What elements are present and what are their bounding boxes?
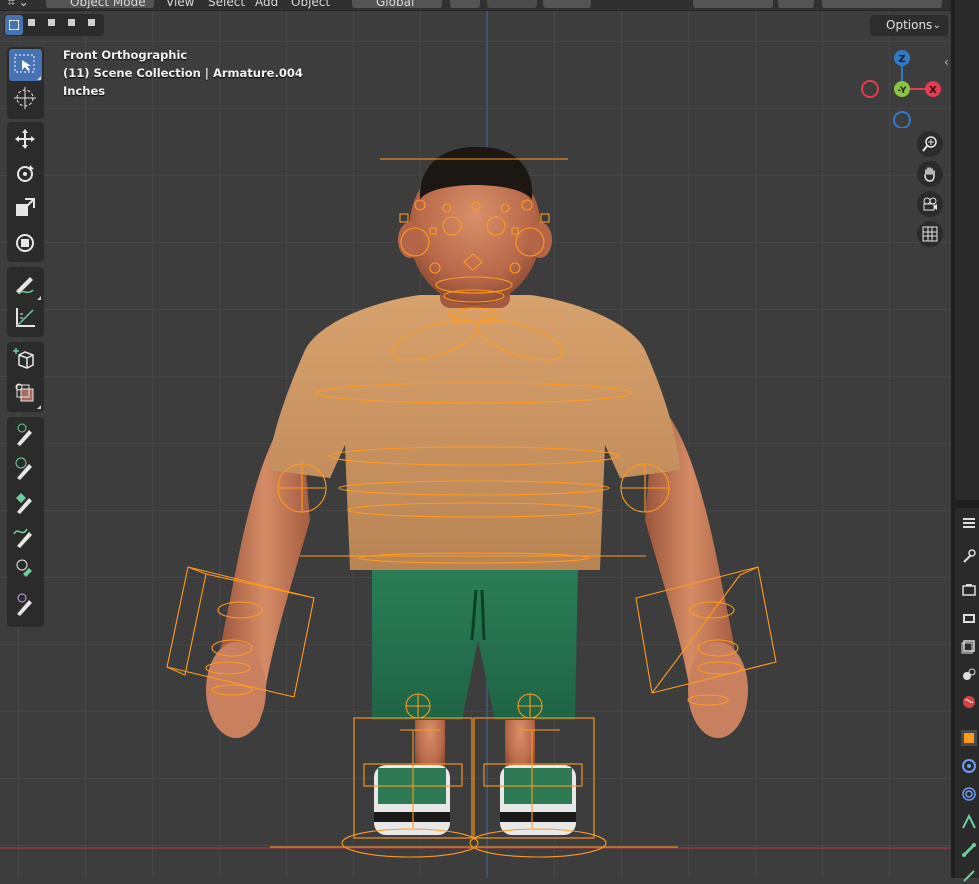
- collection-info: (11) Scene Collection | Armature.004: [63, 66, 303, 80]
- toolbar-select-group: [7, 47, 44, 119]
- navigation-gizmo[interactable]: Z -Y X: [858, 48, 948, 128]
- grid-icon: [922, 226, 938, 242]
- tool-extrude[interactable]: [9, 378, 42, 410]
- toolbar-add-group: [7, 342, 44, 412]
- ortho-toggle-button[interactable]: [917, 221, 943, 247]
- physics-icon[interactable]: [961, 814, 977, 830]
- pivot-dropdown[interactable]: [450, 0, 480, 8]
- menu-object[interactable]: Object: [291, 0, 330, 9]
- shading-modes[interactable]: [822, 0, 942, 8]
- scene-icon[interactable]: [961, 666, 977, 682]
- select-extend-icon[interactable]: [25, 15, 43, 35]
- menu-select[interactable]: Select: [208, 0, 245, 9]
- proportional-edit[interactable]: [543, 0, 591, 8]
- toolbar-annotate-group: [7, 267, 44, 337]
- brush-mask-icon: [16, 559, 32, 577]
- camera-icon: [923, 197, 937, 211]
- orientation-label: Global: [376, 0, 415, 9]
- menu-add[interactable]: Add: [255, 0, 278, 9]
- units-info: Inches: [63, 84, 106, 98]
- gizmo-neg-x-handle: [861, 80, 879, 98]
- chevron-down-icon: ⌄: [932, 20, 941, 31]
- gizmo-toggles[interactable]: [693, 0, 773, 8]
- character-scene: [0, 11, 951, 878]
- gizmo-y-label: -Y: [898, 86, 907, 96]
- sidebar-toggle-arrow-icon[interactable]: ‹: [944, 55, 949, 69]
- viewport-header: ⌗ ⌄ Object Mode View Select Add Object G…: [0, 0, 951, 11]
- add-cube-icon: [13, 348, 34, 369]
- render-icon[interactable]: [961, 582, 977, 598]
- toolbar-sculpt-group: [7, 417, 44, 627]
- gizmo-z-label: Z: [898, 54, 905, 65]
- world-icon[interactable]: [961, 694, 977, 710]
- move-icon: [15, 129, 35, 149]
- zoom-button[interactable]: [917, 131, 943, 157]
- options-label: Options: [886, 18, 933, 32]
- annotate-icon: [16, 277, 34, 295]
- tool-select-box[interactable]: [9, 49, 42, 81]
- mode-label: Object Mode: [70, 0, 146, 9]
- tool-add-cube[interactable]: [9, 344, 42, 376]
- tool-brush-globe[interactable]: [9, 453, 42, 485]
- bone-icon[interactable]: [961, 868, 977, 884]
- tool-cursor[interactable]: [9, 83, 42, 115]
- gizmo-x-label: X: [929, 85, 937, 96]
- properties-editor-icon[interactable]: [961, 515, 977, 531]
- tool-brush-smooth[interactable]: [9, 487, 42, 519]
- select-invert-icon[interactable]: [65, 15, 83, 35]
- brush-curve-icon: [13, 528, 32, 548]
- brush-smooth-icon: [16, 493, 32, 514]
- cursor-icon: [14, 87, 36, 109]
- object-data-armature-icon[interactable]: [961, 842, 977, 858]
- tool-brush-mask[interactable]: [9, 555, 42, 587]
- tool-transform[interactable]: [9, 228, 42, 260]
- particles-icon[interactable]: [961, 786, 977, 802]
- tool-move[interactable]: [9, 124, 42, 156]
- gizmo-neg-z-handle: [893, 111, 911, 128]
- scale-icon: [16, 198, 35, 216]
- tool-brush-draw[interactable]: [9, 419, 42, 451]
- brush-paint-icon: [17, 593, 32, 616]
- output-icon[interactable]: [961, 610, 977, 626]
- tool-rotate[interactable]: [9, 159, 42, 191]
- tool-scale[interactable]: [9, 193, 42, 225]
- brush-globe-icon: [15, 457, 32, 480]
- hand-icon: [924, 167, 935, 182]
- tool-settings-icon[interactable]: [961, 548, 977, 564]
- rotate-icon: [17, 165, 34, 182]
- outliner-edge: [955, 0, 979, 500]
- tool-brush-curve[interactable]: [9, 521, 42, 553]
- select-box-icon: [14, 54, 35, 73]
- select-intersect-icon[interactable]: [85, 15, 103, 35]
- tool-annotate[interactable]: [9, 269, 42, 301]
- toolbar-transform-group: [7, 122, 44, 262]
- view-name: Front Orthographic: [63, 48, 188, 62]
- tool-measure[interactable]: [9, 303, 42, 335]
- brush-draw-icon: [17, 423, 32, 446]
- measure-icon: [16, 308, 35, 327]
- properties-tab-strip: [951, 0, 979, 882]
- transform-icon: [16, 234, 34, 252]
- 3d-viewport[interactable]: [0, 11, 951, 878]
- menu-view[interactable]: View: [166, 0, 194, 9]
- view-layer-icon[interactable]: [961, 638, 977, 654]
- camera-view-button[interactable]: [917, 191, 943, 217]
- modifiers-icon[interactable]: [961, 758, 977, 774]
- object-icon[interactable]: [961, 730, 977, 746]
- snap-toggle[interactable]: [487, 0, 537, 8]
- overlay-toggle[interactable]: [778, 0, 814, 8]
- tool-brush-paint[interactable]: [9, 589, 42, 621]
- select-new-icon[interactable]: [5, 15, 23, 35]
- options-dropdown[interactable]: Options ⌄: [870, 15, 948, 36]
- pan-button[interactable]: [917, 161, 943, 187]
- selection-mode-group: [4, 14, 104, 36]
- editor-type-icon[interactable]: ⌗ ⌄: [8, 0, 29, 9]
- zoom-icon: [922, 136, 937, 152]
- select-subtract-icon[interactable]: [45, 15, 63, 35]
- extrude-icon: [15, 383, 34, 402]
